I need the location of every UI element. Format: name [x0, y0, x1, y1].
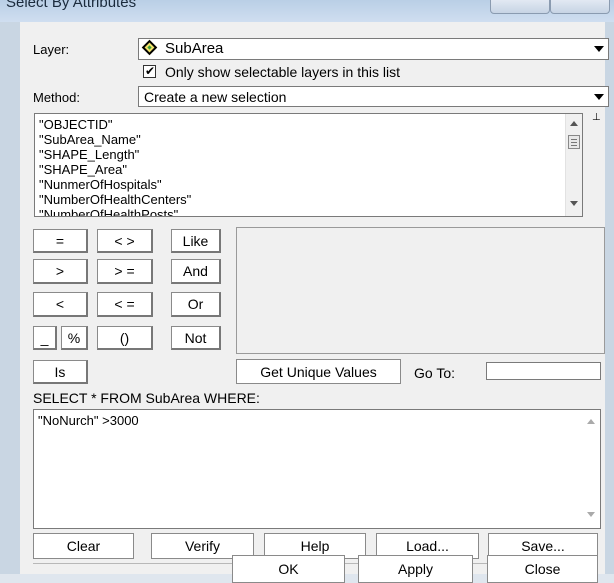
method-dropdown[interactable]: Create a new selection — [138, 86, 609, 107]
not-button[interactable]: Not — [171, 326, 221, 350]
layer-value: SubArea — [165, 40, 224, 57]
field-item[interactable]: "SubArea_Name" — [39, 133, 141, 147]
apply-button[interactable]: Apply — [358, 555, 473, 583]
percent-button[interactable]: % — [61, 326, 88, 350]
sql-expression-box[interactable]: "NoNurch" >3000 — [33, 409, 601, 529]
field-item[interactable]: "SHAPE_Length" — [39, 148, 139, 162]
window-frame-left — [0, 22, 20, 574]
layer-icon — [141, 39, 158, 56]
method-value: Create a new selection — [144, 89, 287, 105]
is-button[interactable]: Is — [33, 360, 88, 384]
field-item[interactable]: "NumberOfHealthCenters" — [39, 193, 191, 207]
scroll-down-icon[interactable] — [587, 512, 595, 517]
unique-values-list[interactable] — [236, 227, 605, 354]
goto-label: Go To: — [414, 365, 455, 381]
scroll-up-icon[interactable] — [570, 121, 578, 126]
fields-list[interactable]: "OBJECTID" "SubArea_Name" "SHAPE_Length"… — [34, 113, 583, 217]
equals-button[interactable]: = — [33, 229, 88, 253]
greater-than-button[interactable]: > — [33, 259, 88, 284]
layer-dropdown[interactable]: SubArea — [138, 38, 609, 60]
sql-prefix-label: SELECT * FROM SubArea WHERE: — [33, 390, 260, 406]
get-unique-values-button[interactable]: Get Unique Values — [236, 359, 401, 384]
method-label: Method: — [33, 90, 80, 105]
layer-label: Layer: — [33, 42, 70, 57]
maximize-button[interactable] — [550, 0, 610, 14]
and-button[interactable]: And — [171, 259, 221, 284]
title-bar: Select By Attributes — [0, 0, 614, 22]
clear-button[interactable]: Clear — [33, 533, 134, 559]
minimize-button[interactable] — [490, 0, 550, 14]
parentheses-button[interactable]: () — [97, 326, 153, 350]
field-item[interactable]: "SHAPE_Area" — [39, 163, 127, 177]
fields-scrollbar[interactable] — [565, 114, 582, 216]
field-item[interactable]: "NunmerOfHospitals" — [39, 178, 162, 192]
not-equal-button[interactable]: < > — [97, 229, 153, 253]
chevron-down-icon[interactable] — [594, 94, 604, 100]
dialog-body: Layer: SubArea ✔ Only show selectable la… — [20, 22, 609, 574]
checkmark-icon: ✔ — [145, 64, 156, 78]
scroll-up-icon[interactable] — [587, 419, 595, 424]
greater-equal-button[interactable]: > = — [97, 259, 153, 284]
ok-button[interactable]: OK — [232, 555, 345, 583]
close-button[interactable]: Close — [487, 555, 598, 583]
pin-icon[interactable]: ⊥ — [592, 112, 601, 123]
like-button[interactable]: Like — [171, 229, 221, 253]
goto-input[interactable] — [486, 362, 601, 380]
field-item[interactable]: "OBJECTID" — [39, 118, 113, 132]
selectable-layers-label: Only show selectable layers in this list — [165, 64, 400, 80]
less-than-button[interactable]: < — [33, 292, 88, 317]
field-item[interactable]: "NumberOfHealthPosts" — [39, 208, 178, 217]
underscore-button[interactable]: _ — [33, 326, 57, 350]
window-title: Select By Attributes — [6, 0, 137, 11]
scroll-thumb[interactable] — [568, 135, 580, 149]
selectable-layers-checkbox[interactable]: ✔ — [143, 64, 156, 78]
chevron-down-icon[interactable] — [594, 46, 604, 52]
sql-expression-text[interactable]: "NoNurch" >3000 — [38, 414, 139, 428]
sql-scrollbar[interactable] — [583, 410, 600, 528]
less-equal-button[interactable]: < = — [97, 292, 153, 317]
or-button[interactable]: Or — [171, 292, 221, 317]
scroll-down-icon[interactable] — [570, 201, 578, 206]
